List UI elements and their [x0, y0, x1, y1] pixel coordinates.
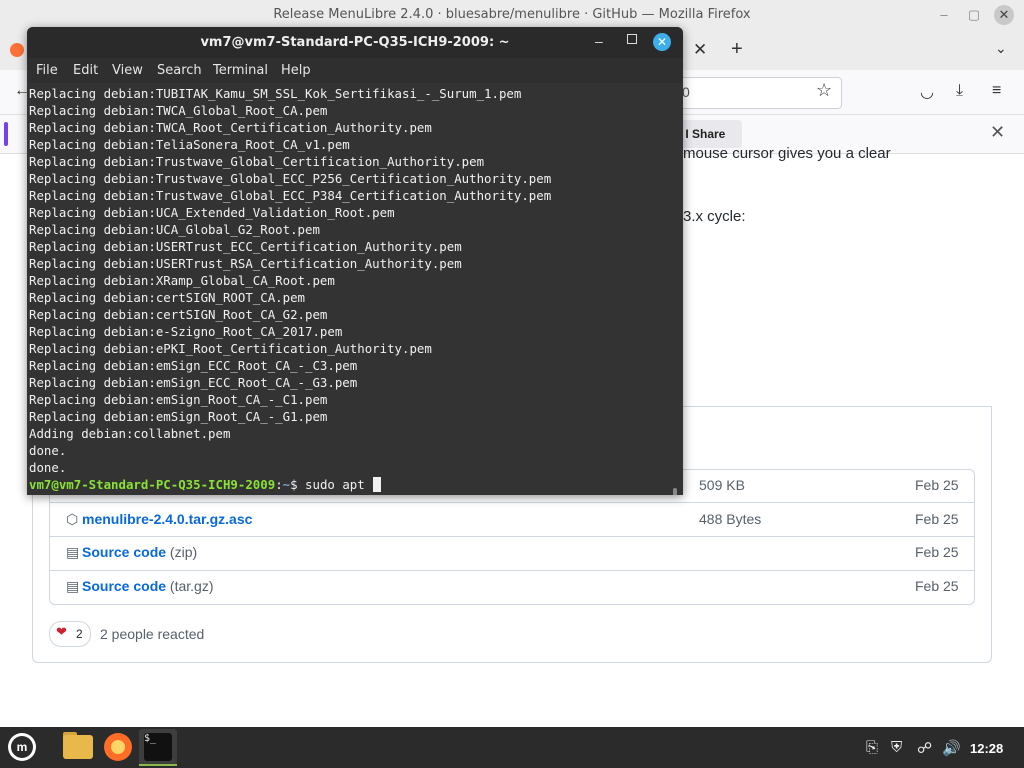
reaction-count: 2: [76, 627, 83, 641]
clock[interactable]: 12:28: [970, 741, 1003, 756]
asset-date: Feb 25: [915, 544, 959, 560]
hamburger-menu-icon[interactable]: ≡: [992, 82, 1001, 100]
terminal-output-lines: Replacing debian:TUBITAK_Kamu_SM_SSL_Kok…: [29, 86, 552, 475]
package-icon: ⬡: [66, 511, 79, 527]
asset-link-suffix: (tar.gz): [166, 578, 214, 594]
prompt-dollar: $: [290, 477, 306, 492]
prompt-separator: :: [275, 477, 283, 492]
notification-accent: [4, 122, 8, 146]
tab-close-icon[interactable]: ✕: [693, 40, 707, 60]
asset-link-suffix: (zip): [166, 544, 198, 560]
asset-date: Feb 25: [915, 511, 959, 527]
network-icon[interactable]: ☍: [917, 739, 932, 757]
terminal-title: vm7@vm7-Standard-PC-Q35-ICH9-2009: ~: [200, 35, 510, 50]
firefox-tab-favicon-icon: [10, 43, 24, 57]
terminal-scrollbar[interactable]: [673, 488, 677, 495]
terminal-output[interactable]: Replacing debian:TUBITAK_Kamu_SM_SSL_Kok…: [27, 83, 683, 495]
source-code-targz-link[interactable]: Source code (tar.gz): [82, 578, 214, 594]
release-notes-partial-line: mouse cursor gives you a clear: [683, 145, 891, 162]
firefox-maximize-button[interactable]: ▢: [964, 6, 984, 24]
heart-icon: ❤: [56, 624, 67, 639]
terminal-app-icon: $_: [144, 733, 172, 761]
terminal-close-button[interactable]: ✕: [653, 33, 671, 51]
shield-icon[interactable]: ⛨: [891, 739, 902, 756]
asset-link-label: Source code: [82, 578, 167, 594]
asset-size: 488 Bytes: [699, 511, 762, 527]
file-zip-icon: ▤: [66, 578, 80, 594]
clipboard-icon[interactable]: ⎘: [866, 739, 878, 756]
menu-file[interactable]: File: [36, 63, 58, 78]
reaction-summary: 2 people reacted: [100, 626, 205, 642]
asset-date: Feb 25: [915, 578, 959, 594]
notification-close-icon[interactable]: ✕: [990, 122, 1005, 143]
typed-command: sudo apt: [305, 477, 373, 492]
firefox-minimize-button[interactable]: –: [934, 6, 954, 24]
new-tab-button[interactable]: +: [731, 38, 743, 61]
menu-edit[interactable]: Edit: [73, 63, 98, 78]
active-window-indicator: [139, 764, 177, 766]
menu-help[interactable]: Help: [281, 63, 311, 78]
asset-size: 509 KB: [699, 477, 745, 493]
prompt-user-host: vm7@vm7-Standard-PC-Q35-ICH9-2009: [29, 477, 276, 492]
files-folder-icon[interactable]: [63, 735, 93, 759]
source-code-zip-link[interactable]: Source code (zip): [82, 544, 197, 560]
release-notes-partial-line-2: 3.x cycle:: [683, 208, 746, 225]
firefox-launcher-icon-center: [111, 740, 125, 754]
pocket-icon[interactable]: ◡: [920, 82, 934, 102]
release-card-divider: [683, 406, 991, 407]
prompt-path: ~: [282, 477, 291, 492]
menu-view[interactable]: View: [112, 63, 143, 78]
bookmark-star-icon[interactable]: ☆: [816, 80, 832, 101]
file-zip-icon: ▤: [66, 544, 80, 560]
terminal-maximize-button[interactable]: [627, 34, 637, 44]
terminal-prompt-line[interactable]: vm7@vm7-Standard-PC-Q35-ICH9-2009:~$ sud…: [29, 476, 382, 493]
tab-list-chevron-down-icon[interactable]: ⌄: [995, 40, 1007, 57]
menu-terminal[interactable]: Terminal: [213, 63, 268, 78]
terminal-minimize-button[interactable]: –: [595, 33, 603, 49]
asset-date: Feb 25: [915, 477, 959, 493]
terminal-cursor: [373, 477, 382, 492]
mint-logo-icon: m: [11, 736, 33, 758]
firefox-window-title: Release MenuLibre 2.4.0 · bluesabre/menu…: [273, 7, 751, 22]
url-text: 0: [682, 84, 690, 100]
asset-link[interactable]: menulibre-2.4.0.tar.gz.asc: [82, 511, 252, 527]
asset-link-label: Source code: [82, 544, 167, 560]
downloads-icon[interactable]: ⤓: [956, 82, 963, 100]
menu-search[interactable]: Search: [157, 63, 202, 78]
firefox-close-button[interactable]: ✕: [994, 5, 1014, 25]
terminal-window[interactable]: vm7@vm7-Standard-PC-Q35-ICH9-2009: ~ – ✕…: [27, 27, 683, 495]
volume-icon[interactable]: 🔊: [942, 739, 961, 757]
